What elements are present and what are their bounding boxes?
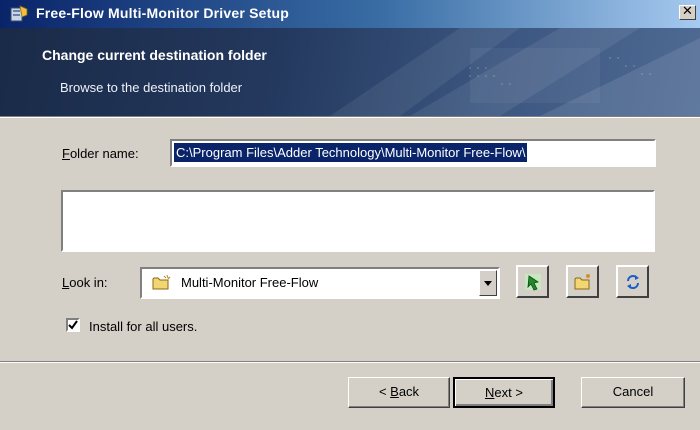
setup-window: Free-Flow Multi-Monitor Driver Setup ✕ C… xyxy=(0,0,700,430)
header-banner: Change current destination folder Browse… xyxy=(0,28,700,116)
folder-name-label: Folder name: xyxy=(62,146,139,161)
banner-title: Change current destination folder xyxy=(42,47,267,63)
look-in-label: Look in: xyxy=(62,275,108,290)
install-all-users-checkbox[interactable] xyxy=(66,318,80,332)
close-icon[interactable]: ✕ xyxy=(679,5,696,20)
setup-app-icon xyxy=(10,5,28,23)
look-in-dropdown[interactable]: Multi-Monitor Free-Flow xyxy=(140,267,500,299)
folder-list[interactable] xyxy=(61,190,655,252)
up-one-level-icon xyxy=(525,274,541,291)
look-in-value: Multi-Monitor Free-Flow xyxy=(181,275,319,290)
folder-name-value: C:\Program Files\Adder Technology\Multi-… xyxy=(174,143,528,162)
window-title: Free-Flow Multi-Monitor Driver Setup xyxy=(36,5,289,21)
folder-icon xyxy=(152,274,172,291)
title-bar[interactable]: Free-Flow Multi-Monitor Driver Setup ✕ xyxy=(0,0,700,28)
refresh-icon xyxy=(627,275,639,289)
cancel-button[interactable]: Cancel xyxy=(581,377,685,408)
refresh-button[interactable] xyxy=(616,265,649,298)
folder-name-input[interactable]: C:\Program Files\Adder Technology\Multi-… xyxy=(170,139,656,167)
chevron-down-icon[interactable] xyxy=(479,270,497,296)
banner-graphic xyxy=(330,28,700,116)
checkmark-icon xyxy=(68,320,78,330)
install-all-users-label: Install for all users. xyxy=(89,319,198,334)
footer-divider xyxy=(0,361,700,363)
back-button[interactable]: < Back xyxy=(348,377,450,408)
next-button[interactable]: Next > xyxy=(453,377,555,408)
banner-subtitle: Browse to the destination folder xyxy=(60,80,243,95)
new-folder-button[interactable] xyxy=(566,265,599,298)
up-one-level-button[interactable] xyxy=(516,265,549,298)
banner-divider xyxy=(0,116,700,118)
new-folder-icon xyxy=(574,274,590,290)
